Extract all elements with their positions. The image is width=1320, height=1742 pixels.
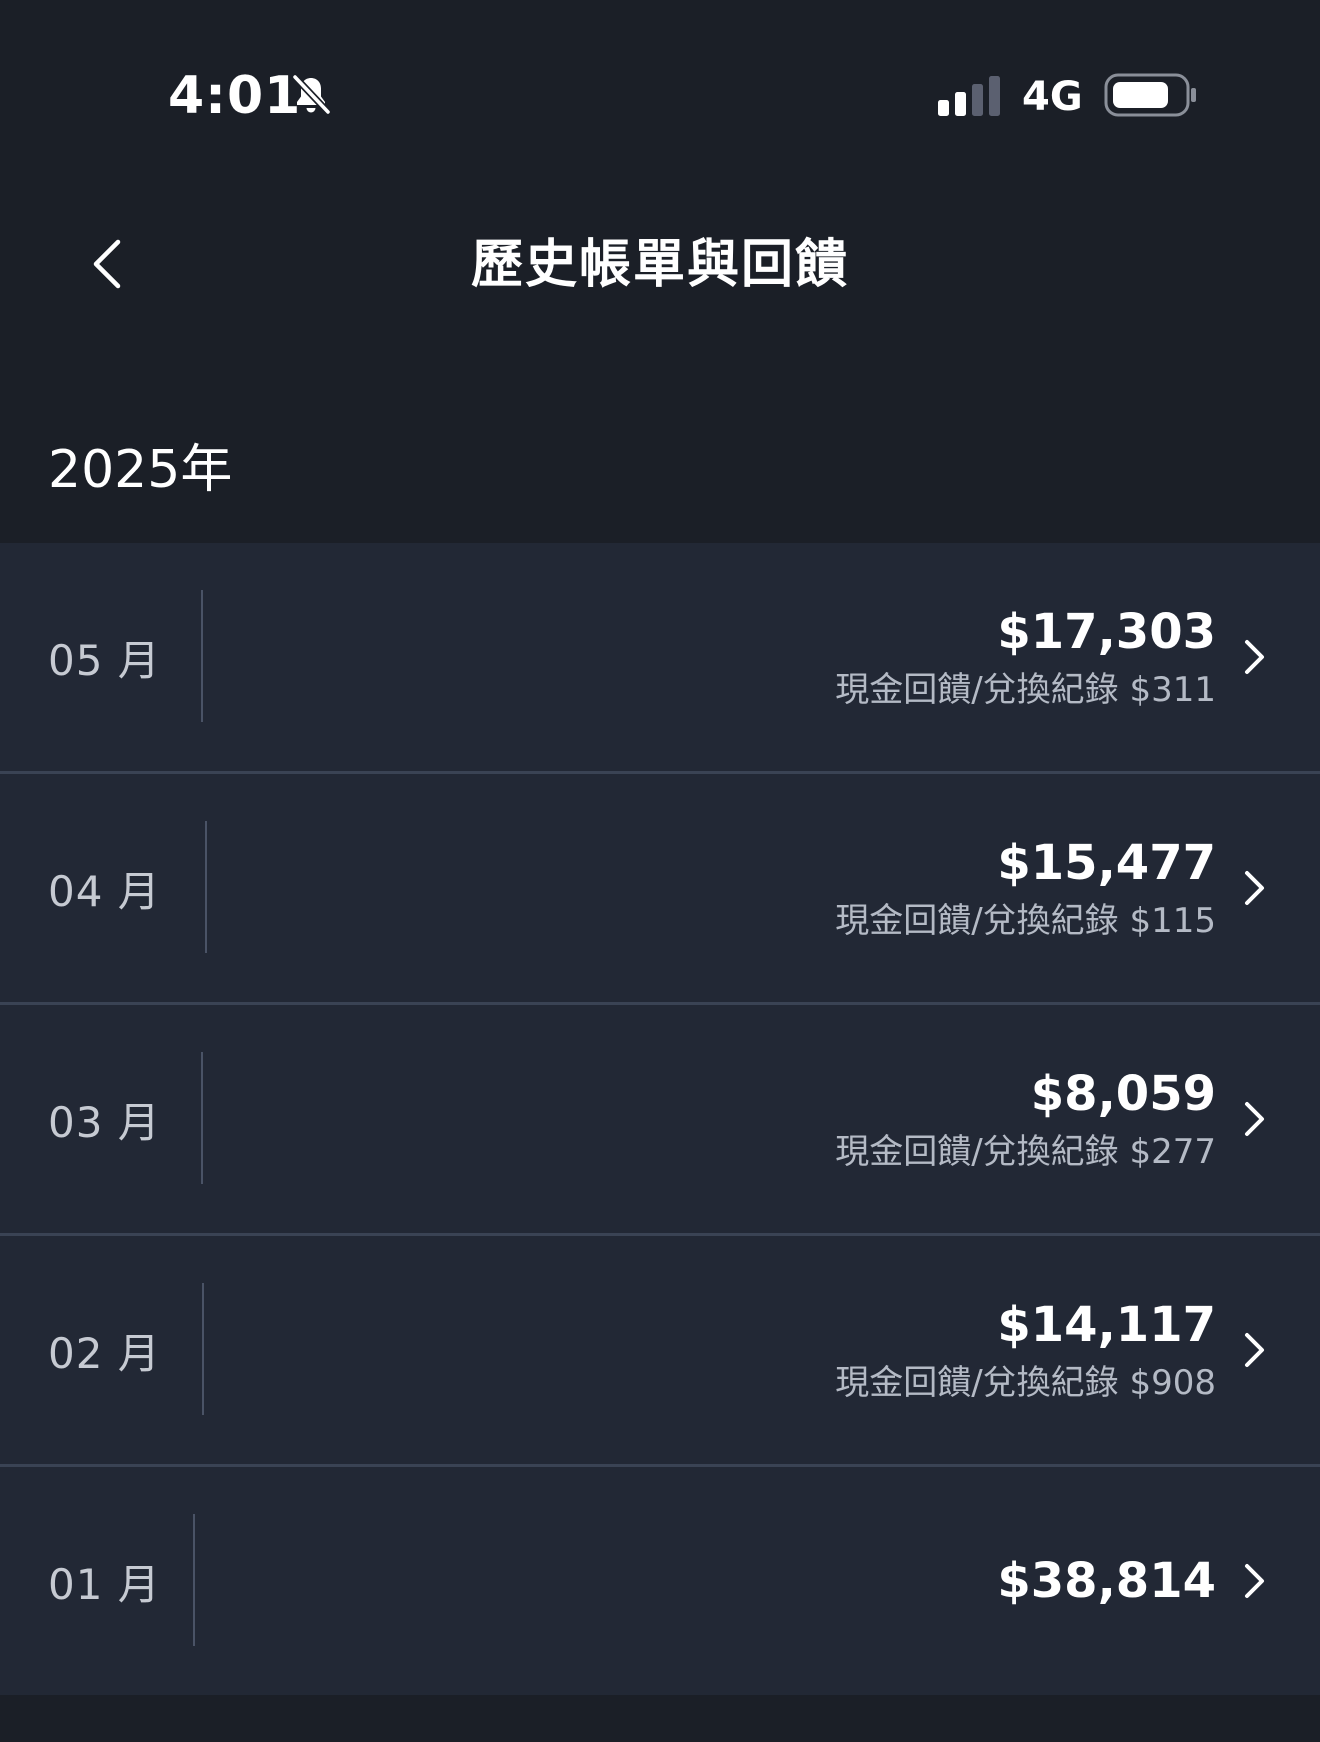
month-label: 05 月 [48, 635, 161, 685]
amount-block: $15,477 現金回饋/兌換紀錄 $115 [835, 774, 1216, 1002]
statement-row-05[interactable]: 05 月 $17,303 現金回饋/兌換紀錄 $311 [0, 543, 1320, 774]
month-label: 04 月 [48, 866, 161, 916]
statement-list: 05 月 $17,303 現金回饋/兌換紀錄 $311 04 月 $15,477… [0, 543, 1320, 1697]
vertical-divider [201, 590, 203, 722]
signal-bars-icon [938, 76, 1000, 116]
battery-icon [1104, 73, 1196, 117]
chevron-right-icon [1234, 1467, 1274, 1695]
cashback-record: 現金回饋/兌換紀錄 $277 [835, 1132, 1216, 1172]
cashback-record: 現金回饋/兌換紀錄 $115 [835, 901, 1216, 941]
statement-row-01[interactable]: 01 月 $38,814 [0, 1467, 1320, 1697]
statement-row-03[interactable]: 03 月 $8,059 現金回饋/兌換紀錄 $277 [0, 1005, 1320, 1236]
amount-block: $8,059 現金回饋/兌換紀錄 $277 [835, 1005, 1216, 1233]
year-header: 2025年 [48, 440, 233, 500]
chevron-right-icon [1234, 543, 1274, 771]
cashback-record: 現金回饋/兌換紀錄 $311 [835, 670, 1216, 710]
status-bar: 4:01 4G [0, 0, 1320, 190]
bell-slash-icon [291, 73, 332, 116]
month-label: 01 月 [48, 1559, 161, 1609]
amount-block: $17,303 現金回饋/兌換紀錄 $311 [835, 543, 1216, 771]
bottom-area [0, 1695, 1320, 1742]
status-time: 4:01 [168, 66, 302, 126]
statement-amount: $38,814 [997, 1553, 1216, 1609]
vertical-divider [202, 1283, 204, 1415]
chevron-right-icon [1234, 774, 1274, 1002]
page-title: 歷史帳單與回饋 [470, 235, 849, 295]
month-label: 02 月 [48, 1328, 161, 1378]
statement-amount: $15,477 [997, 835, 1216, 891]
cashback-record: 現金回饋/兌換紀錄 $908 [835, 1363, 1216, 1403]
amount-block: $38,814 [997, 1467, 1216, 1695]
amount-block: $14,117 現金回饋/兌換紀錄 $908 [835, 1236, 1216, 1464]
statement-amount: $17,303 [997, 604, 1216, 660]
nav-bar: 歷史帳單與回饋 [0, 190, 1320, 340]
statement-row-02[interactable]: 02 月 $14,117 現金回饋/兌換紀錄 $908 [0, 1236, 1320, 1467]
network-type: 4G [1022, 74, 1083, 120]
chevron-right-icon [1234, 1236, 1274, 1464]
vertical-divider [201, 1052, 203, 1184]
statement-row-04[interactable]: 04 月 $15,477 現金回饋/兌換紀錄 $115 [0, 774, 1320, 1005]
vertical-divider [193, 1514, 195, 1646]
vertical-divider [205, 821, 207, 953]
month-label: 03 月 [48, 1097, 161, 1147]
statement-amount: $14,117 [997, 1297, 1216, 1353]
statement-amount: $8,059 [1030, 1066, 1216, 1122]
chevron-right-icon [1234, 1005, 1274, 1233]
